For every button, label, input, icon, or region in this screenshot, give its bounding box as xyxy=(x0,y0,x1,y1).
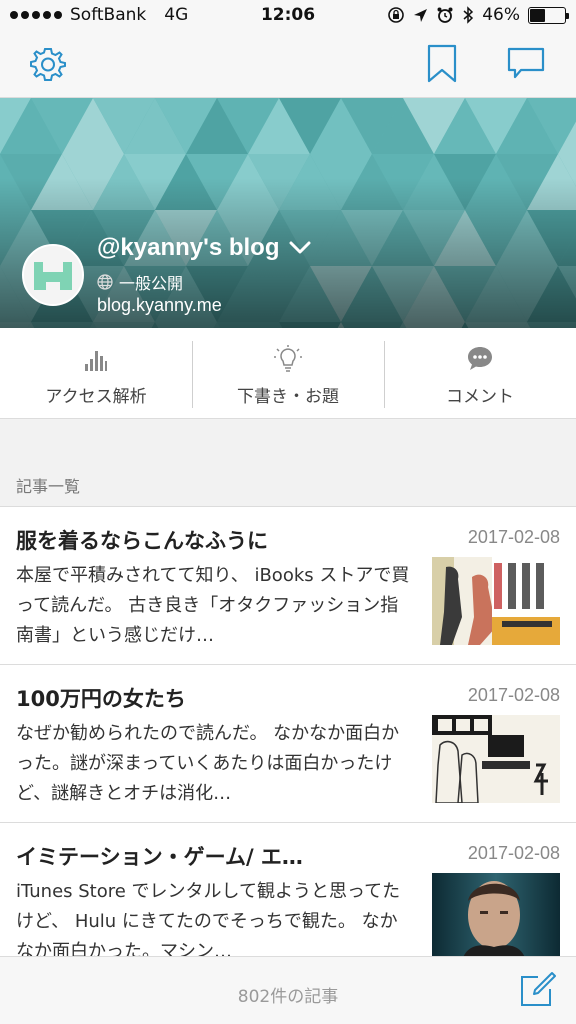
section-header: 記事一覧 xyxy=(0,419,576,507)
battery-percent: 46% xyxy=(482,5,520,25)
tab-comments[interactable]: コメント xyxy=(384,328,576,418)
navigation-bar xyxy=(0,32,576,98)
rotation-lock-icon xyxy=(388,7,405,23)
article-title: イミテーション・ゲーム/ エ… xyxy=(16,845,303,869)
tab-label: 下書き・お題 xyxy=(237,387,339,407)
visibility-label: 一般公開 xyxy=(119,274,184,293)
battery-level xyxy=(530,8,545,22)
visibility-status: 一般公開 xyxy=(97,270,183,294)
comment-icon xyxy=(507,47,545,79)
blog-avatar[interactable] xyxy=(22,244,84,306)
blog-url[interactable]: blog.kyanny.me xyxy=(97,295,222,316)
settings-button[interactable] xyxy=(26,42,70,86)
article-count: 802件の記事 xyxy=(237,987,339,1007)
article-thumbnail xyxy=(432,715,560,803)
gear-icon xyxy=(30,48,66,81)
speech-bubble-icon xyxy=(468,347,492,370)
comments-button[interactable] xyxy=(504,42,548,86)
article-title: 服を着るならこんなふうに xyxy=(16,529,268,553)
book-cover-image xyxy=(432,557,560,645)
bottom-toolbar: 802件の記事 xyxy=(0,956,576,1024)
section-title: 記事一覧 xyxy=(16,477,81,496)
article-excerpt: 本屋で平積みされてて知り、 iBooks ストアで買って読んだ。 古き良き「オタ… xyxy=(16,565,410,646)
blog-switcher[interactable]: @kyanny's blog xyxy=(97,234,311,262)
bluetooth-icon xyxy=(463,6,474,24)
blog-logo-icon xyxy=(24,246,82,304)
tab-drafts-topics[interactable]: 下書き・お題 xyxy=(192,328,384,418)
article-date: 2017-02-08 xyxy=(467,685,560,705)
location-icon xyxy=(414,8,428,22)
article-title: 100万円の女たち xyxy=(16,687,186,711)
status-right: 46% xyxy=(387,5,569,25)
bookmark-button[interactable] xyxy=(420,42,464,86)
tab-access-analytics[interactable]: アクセス解析 xyxy=(0,328,192,418)
article-item[interactable]: 服を着るならこんなふうに 2017-02-08 本屋で平積みされてて知り、 iB… xyxy=(0,507,576,665)
bookmark-icon xyxy=(427,44,457,83)
lightbulb-icon xyxy=(274,345,302,372)
status-bar: SoftBank 4G 12:06 46% xyxy=(0,0,576,32)
movie-poster-image xyxy=(432,873,560,961)
article-item[interactable]: 100万円の女たち 2017-02-08 なぜか勧められたので読んだ。 なかなか… xyxy=(0,665,576,823)
battery-icon xyxy=(528,6,569,24)
alarm-icon xyxy=(437,7,453,23)
tab-label: コメント xyxy=(446,387,514,407)
globe-icon xyxy=(97,274,113,290)
blog-title: @kyanny's blog xyxy=(97,234,280,261)
article-thumbnail xyxy=(432,873,560,961)
compose-icon xyxy=(521,972,556,1006)
book-cover-image xyxy=(432,715,560,803)
blog-header: @kyanny's blog 一般公開 blog.kyanny.me xyxy=(0,98,576,328)
article-excerpt: なぜか勧められたので読んだ。 なかなか面白かった。謎が深まっていくあたりは面白か… xyxy=(16,723,400,804)
tab-label: アクセス解析 xyxy=(45,387,147,407)
article-excerpt: iTunes Store でレンタルして観ようと思ってたけど、 Hulu にきて… xyxy=(16,881,401,962)
compose-button[interactable] xyxy=(518,971,556,1009)
bar-chart-icon xyxy=(85,351,107,371)
article-thumbnail xyxy=(432,557,560,645)
article-date: 2017-02-08 xyxy=(467,527,560,547)
action-tabs: アクセス解析 下書き・お題 コメント xyxy=(0,328,576,419)
chevron-down-icon xyxy=(289,241,311,254)
article-date: 2017-02-08 xyxy=(467,843,560,863)
article-list: 服を着るならこんなふうに 2017-02-08 本屋で平積みされてて知り、 iB… xyxy=(0,507,576,981)
